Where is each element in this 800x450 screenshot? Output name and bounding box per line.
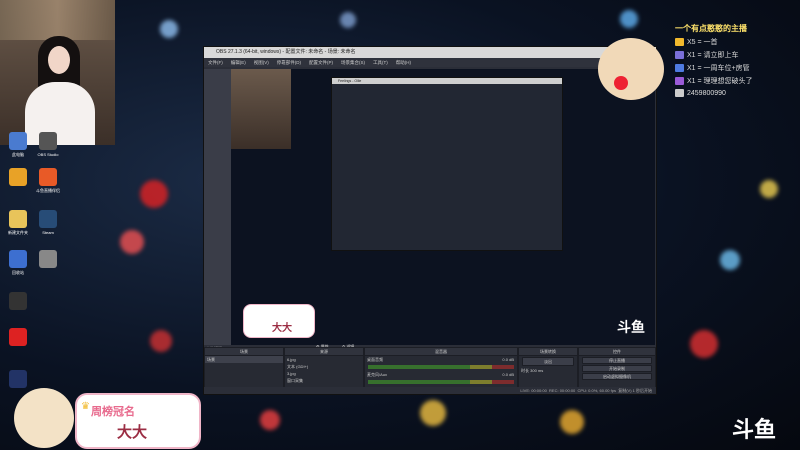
controls-header: 控件 xyxy=(579,348,655,356)
menu-docks[interactable]: 停靠部件(D) xyxy=(277,58,301,67)
scenes-header: 场景 xyxy=(205,348,283,356)
ticker-title: 一个有点憨憨的主播 xyxy=(675,24,747,33)
start-recording-button[interactable]: 开始录制 xyxy=(582,365,652,372)
menu-view[interactable]: 视图(V) xyxy=(254,58,269,67)
menu-scene-collection[interactable]: 场景集合(S) xyxy=(341,58,365,67)
preview-badge: 大大 xyxy=(243,304,315,338)
gift-ticker: 一个有点憨憨的主播 X5 = 一首 X1 = 请立即上车 X1 = 一周车位+房… xyxy=(675,23,800,100)
scenes-dock: 场景 场景 xyxy=(204,347,284,389)
transition-type-select[interactable]: 淡出 xyxy=(522,357,574,366)
crown-icon: ♛ xyxy=(81,401,90,412)
obs-titlebar[interactable]: OBS 27.1.3 (64-bit, windows) - 配置文件: 未命名… xyxy=(204,47,656,58)
volume-meter[interactable] xyxy=(368,365,514,369)
badge-name: 大大 xyxy=(117,424,148,441)
transitions-header: 场景转换 xyxy=(519,348,577,356)
source-item[interactable]: 窗口采集 xyxy=(285,377,363,384)
badge-title: 周榜冠名 xyxy=(91,406,135,418)
obs-window: OBS 27.1.3 (64-bit, windows) - 配置文件: 未命名… xyxy=(203,46,657,395)
virtual-camera-button[interactable]: 启动虚拟摄像机 xyxy=(582,373,652,380)
source-item[interactable]: 文本 (GDI+) xyxy=(285,363,363,370)
obs-docks: 未选择源 ⚙ 属性 ⛭ 滤镜 场景 场景 来源 6.jpg 文本 (GDI+) … xyxy=(204,344,656,394)
source-item[interactable]: 3.jpg xyxy=(285,370,363,377)
ticker-line: X5 = 一首 xyxy=(675,37,800,47)
controls-dock: 控件 停止直播 开始录制 启动虚拟摄像机 xyxy=(578,347,656,389)
desktop-icon-steam[interactable]: Steam xyxy=(30,210,66,235)
volume-meter[interactable] xyxy=(368,380,514,384)
ticker-line: X1 = 一周车位+房管 xyxy=(675,63,800,73)
ticker-line: X1 = 理理想您破头了 xyxy=(675,76,800,86)
menu-file[interactable]: 文件(F) xyxy=(208,58,223,67)
menu-edit[interactable]: 编辑(E) xyxy=(231,58,246,67)
desktop-icon-app3[interactable] xyxy=(0,370,36,390)
desktop-icon-companion[interactable]: 斗鱼直播伴侣 xyxy=(30,168,66,194)
desktop-icon-app1[interactable] xyxy=(0,292,36,312)
desktop-icon-misc[interactable] xyxy=(30,250,66,270)
ticker-line: 2459800990 xyxy=(675,89,800,97)
webcam-feed xyxy=(0,0,115,145)
sources-header: 来源 xyxy=(285,348,363,356)
douyu-logo: 斗鱼 xyxy=(732,418,777,443)
scene-item[interactable]: 场景 xyxy=(205,356,283,363)
chibi-mascot-bottom xyxy=(14,388,74,448)
weekly-top-badge: ♛ 周榜冠名 大大 xyxy=(75,393,201,449)
menu-help[interactable]: 帮助(H) xyxy=(396,58,411,67)
obs-preview[interactable]: Feelings - Ollie 大大 斗鱼 xyxy=(231,69,655,345)
preview-douyu-logo: 斗鱼 xyxy=(617,320,645,336)
obs-statusbar: LIVE: 00:00:00 REC: 00:00:00 CPU: 0.0%, … xyxy=(204,387,656,394)
ticker-line: X1 = 请立即上车 xyxy=(675,50,800,60)
menu-profile[interactable]: 配置文件(P) xyxy=(309,58,333,67)
menu-tools[interactable]: 工具(T) xyxy=(373,58,388,67)
source-item[interactable]: 6.jpg xyxy=(285,356,363,363)
obs-menubar: 文件(F) 编辑(E) 视图(V) 停靠部件(D) 配置文件(P) 场景集合(S… xyxy=(204,58,656,67)
nested-title: Feelings - Ollie xyxy=(332,78,562,84)
obs-left-panel xyxy=(204,69,231,345)
preview-webcam xyxy=(231,69,291,149)
mixer-header: 混音器 xyxy=(365,348,517,356)
transition-duration[interactable]: 时长 300 ms xyxy=(519,367,577,374)
mixer-track-desktop: 桌面音频 0.0 dB xyxy=(367,357,514,362)
stop-streaming-button[interactable]: 停止直播 xyxy=(582,357,652,364)
mixer-dock: 混音器 桌面音频 0.0 dB 麦克风/Aux 0.0 dB xyxy=(364,347,518,389)
desktop-icon-obs[interactable]: OBS Studio xyxy=(30,132,66,157)
sources-dock: 来源 6.jpg 文本 (GDI+) 3.jpg 窗口采集 xyxy=(284,347,364,389)
obs-title: OBS 27.1.3 (64-bit, windows) - 配置文件: 未命名… xyxy=(216,49,356,55)
transitions-dock: 场景转换 淡出 时长 300 ms xyxy=(518,347,578,389)
desktop-icon-app2[interactable] xyxy=(0,328,36,348)
nested-obs-preview: Feelings - Ollie xyxy=(331,77,563,251)
mixer-track-mic: 麦克风/Aux 0.0 dB xyxy=(367,372,514,377)
chibi-mascot-top xyxy=(598,38,664,100)
